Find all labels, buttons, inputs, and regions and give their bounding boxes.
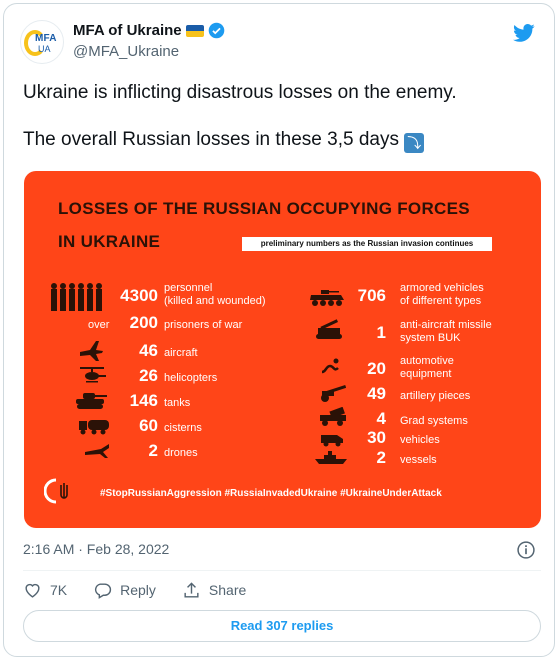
helicopter-icon <box>80 367 106 383</box>
tweet-timestamp[interactable]: 2:16 AM · Feb 28, 2022 <box>23 541 169 557</box>
aircraft-icon <box>80 341 103 361</box>
personnel-label: personnel <box>164 282 213 294</box>
artillery-value: 49 <box>367 384 386 403</box>
armored-vehicles-label: armored vehicles <box>400 282 484 294</box>
automotive-icon <box>321 358 339 374</box>
ukraine-flag-icon <box>185 24 204 37</box>
cisterns-value: 60 <box>139 416 158 435</box>
tweet-actions: 7K Reply Share <box>23 580 272 600</box>
drones-label: drones <box>164 447 198 459</box>
avatar[interactable]: MFA UA <box>20 20 64 64</box>
tweet-card: MFA UA MFA of Ukraine @MFA_Ukraine Ukrai… <box>3 3 555 657</box>
personnel-label2: (killed and wounded) <box>164 295 266 307</box>
personnel-value: 4300 <box>120 286 158 305</box>
reply-button[interactable]: Reply <box>93 581 156 600</box>
automotive-label: automotive <box>400 355 454 367</box>
aircraft-label: aircraft <box>164 347 198 359</box>
tweet-text-content: The overall Russian losses in these 3,5 … <box>23 129 399 150</box>
vessels-label: vessels <box>400 454 437 466</box>
artillery-label: artillery pieces <box>400 390 471 402</box>
drones-value: 2 <box>148 441 158 460</box>
buk-label: anti-aircraft missile <box>400 319 492 331</box>
buk-value: 1 <box>376 323 386 342</box>
automotive-value: 20 <box>367 359 386 378</box>
tweet-text-line2: The overall Russian losses in these 3,5 … <box>23 128 543 153</box>
hashtags: #StopRussianAggression #RussiaInvadedUkr… <box>100 488 442 499</box>
pow-value: 200 <box>129 313 158 332</box>
automotive-label2: equipment <box>400 368 452 380</box>
vessels-value: 2 <box>376 448 386 467</box>
verified-badge-icon <box>208 22 224 39</box>
like-count: 7K <box>50 582 68 598</box>
tweet-text-line1: Ukraine is inflicting disastrous losses … <box>23 82 457 103</box>
reply-bubble-icon <box>95 582 112 599</box>
tank-icon <box>76 393 107 409</box>
losses-infographic[interactable]: LOSSES OF THE RUSSIAN OCCUPYING FORCES I… <box>24 171 541 528</box>
account-name[interactable]: MFA of Ukraine <box>73 22 182 39</box>
tweet-header: MFA UA MFA of Ukraine @MFA_Ukraine <box>20 20 538 64</box>
armored-vehicles-label2: of different types <box>400 295 482 307</box>
tanks-value: 146 <box>129 391 158 410</box>
account-handle[interactable]: @MFA_Ukraine <box>73 43 179 60</box>
divider <box>23 570 541 571</box>
aircraft-value: 46 <box>139 341 158 360</box>
soldiers-icon <box>51 283 102 311</box>
vehicles-label: vehicles <box>400 434 440 446</box>
share-label: Share <box>208 582 247 598</box>
vehicles-value: 30 <box>367 428 386 447</box>
pow-label: prisoners of war <box>164 319 243 331</box>
grad-value: 4 <box>376 409 386 428</box>
avatar-text: MFA <box>35 33 57 44</box>
arrow-down-icon: ⤵ <box>404 133 425 153</box>
infographic-title: LOSSES OF THE RUSSIAN OCCUPYING FORCES <box>58 199 470 218</box>
reply-label: Reply <box>120 582 156 598</box>
share-icon <box>184 581 199 598</box>
cisterns-label: cisterns <box>164 422 202 434</box>
grad-label: Grad systems <box>400 415 468 427</box>
like-button[interactable]: 7K <box>23 581 67 600</box>
mfa-logo-icon <box>44 478 68 504</box>
twitter-bird-icon[interactable] <box>512 22 536 44</box>
share-button[interactable]: Share <box>182 581 246 600</box>
infographic-title-line2: IN UKRAINE <box>58 232 161 251</box>
infographic-subtitle: preliminary numbers as the Russian invas… <box>242 237 492 251</box>
buk-label2: system BUK <box>400 332 461 344</box>
helicopters-value: 26 <box>139 366 158 385</box>
heart-icon <box>25 583 40 598</box>
read-replies-button[interactable]: Read 307 replies <box>23 610 541 642</box>
armored-vehicles-value: 706 <box>357 286 386 305</box>
info-icon[interactable] <box>516 540 536 560</box>
helicopters-label: helicopters <box>164 372 218 384</box>
tanks-label: tanks <box>164 397 191 409</box>
avatar-subtext: UA <box>38 44 51 54</box>
